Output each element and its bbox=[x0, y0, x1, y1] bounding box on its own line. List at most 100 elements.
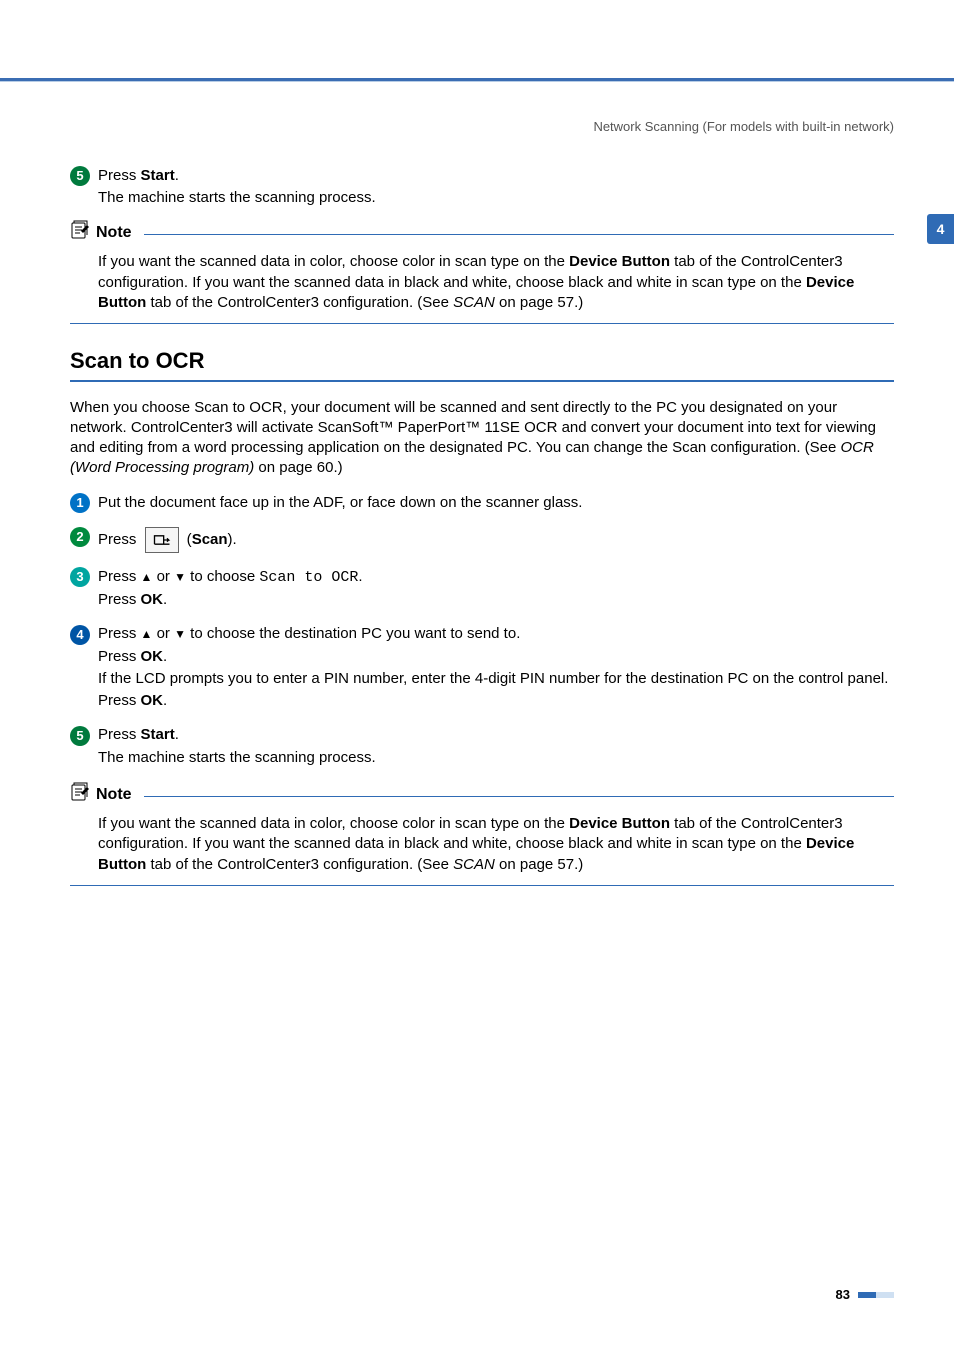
step5-line1: Press Start. bbox=[98, 725, 894, 745]
step1-body: Put the document face up in the ADF, or … bbox=[98, 493, 894, 515]
text: If you want the scanned data in color, c… bbox=[98, 253, 569, 270]
text: Press bbox=[98, 591, 141, 608]
footer-bar-light bbox=[876, 1292, 894, 1298]
text-bold: OK bbox=[141, 692, 164, 709]
page-container: 4 Network Scanning (For models with buil… bbox=[0, 0, 954, 1350]
code-text: Scan to OCR bbox=[259, 569, 358, 586]
breadcrumb: Network Scanning (For models with built-… bbox=[70, 118, 894, 136]
note-label-1: Note bbox=[96, 222, 132, 244]
text: If you want the scanned data in color, c… bbox=[98, 815, 569, 832]
text: . bbox=[175, 167, 179, 184]
scan-key-icon bbox=[145, 527, 179, 553]
top-band bbox=[0, 0, 954, 78]
steps-list: 1 Put the document face up in the ADF, o… bbox=[70, 493, 894, 770]
step-row-1: 1 Put the document face up in the ADF, o… bbox=[70, 493, 894, 515]
note-icon bbox=[70, 782, 90, 808]
step4-body: Press ▲ or ▼ to choose the destination P… bbox=[98, 624, 894, 713]
down-triangle-icon: ▼ bbox=[174, 627, 186, 641]
text-bold: Scan bbox=[192, 531, 228, 548]
bullet-5-icon: 5 bbox=[70, 166, 90, 186]
up-triangle-icon: ▲ bbox=[141, 570, 153, 584]
note-header-1: Note bbox=[70, 220, 894, 246]
step4-line3: If the LCD prompts you to enter a PIN nu… bbox=[98, 669, 894, 689]
note-end-rule-2 bbox=[70, 885, 894, 886]
text-italic: SCAN bbox=[453, 856, 495, 873]
note-rule-2 bbox=[144, 796, 894, 797]
text: to choose bbox=[186, 568, 259, 585]
text: Press bbox=[98, 625, 141, 642]
page-footer: 83 bbox=[836, 1287, 894, 1302]
note-label-2: Note bbox=[96, 784, 132, 806]
text-bold: OK bbox=[141, 591, 164, 608]
text: tab of the ControlCenter3 configuration.… bbox=[146, 856, 453, 873]
step-bullet-4: 4 bbox=[70, 624, 98, 644]
step-row-3: 3 Press ▲ or ▼ to choose Scan to OCR. Pr… bbox=[70, 567, 894, 613]
step-row-top: 5 Press Start. The machine starts the sc… bbox=[70, 166, 894, 211]
step3-line2: Press OK. bbox=[98, 590, 894, 610]
step-body-top: Press Start. The machine starts the scan… bbox=[98, 166, 894, 211]
note-rule-1 bbox=[144, 234, 894, 235]
text-bold: Start bbox=[141, 726, 175, 743]
step2-text: Press (Scan). bbox=[98, 527, 894, 553]
text: Press bbox=[98, 648, 141, 665]
text-bold: Start bbox=[141, 167, 175, 184]
text: Press bbox=[98, 531, 141, 548]
text: on page 60.) bbox=[254, 459, 342, 476]
chapter-tab: 4 bbox=[927, 214, 954, 244]
text: . bbox=[163, 648, 167, 665]
step2-body: Press (Scan). bbox=[98, 527, 894, 555]
step1-text: Put the document face up in the ADF, or … bbox=[98, 493, 894, 513]
bullet-1-icon: 1 bbox=[70, 493, 90, 513]
bullet-4-icon: 4 bbox=[70, 625, 90, 645]
text: to choose the destination PC you want to… bbox=[186, 625, 520, 642]
note-header-2: Note bbox=[70, 782, 894, 808]
note-body-2: If you want the scanned data in color, c… bbox=[70, 808, 894, 885]
text-bold: Device Button bbox=[569, 815, 670, 832]
step-bullet-5: 5 bbox=[70, 725, 98, 745]
step4-line1: Press ▲ or ▼ to choose the destination P… bbox=[98, 624, 894, 644]
top-rule-2 bbox=[0, 81, 954, 82]
text: on page 57.) bbox=[495, 294, 583, 311]
step-bullet-1: 1 bbox=[70, 493, 98, 513]
text: Press bbox=[98, 726, 141, 743]
note-body-1: If you want the scanned data in color, c… bbox=[70, 246, 894, 323]
step3-line1: Press ▲ or ▼ to choose Scan to OCR. bbox=[98, 567, 894, 588]
step5-body: Press Start. The machine starts the scan… bbox=[98, 725, 894, 770]
step-row-2: 2 Press (Scan). bbox=[70, 527, 894, 555]
text: or bbox=[152, 625, 174, 642]
heading-scan-to-ocr: Scan to OCR bbox=[70, 346, 894, 376]
intro-paragraph: When you choose Scan to OCR, your docume… bbox=[70, 398, 894, 479]
bullet-3-icon: 3 bbox=[70, 567, 90, 587]
step-bullet-3: 3 bbox=[70, 567, 98, 587]
text: When you choose Scan to OCR, your docume… bbox=[70, 399, 876, 457]
heading-underline bbox=[70, 380, 894, 382]
text: Press bbox=[98, 167, 141, 184]
step4-line4: Press OK. bbox=[98, 691, 894, 711]
text-bold: OK bbox=[141, 648, 164, 665]
text: . bbox=[358, 568, 362, 585]
content-area: Network Scanning (For models with built-… bbox=[0, 118, 954, 886]
bullet-5-icon: 5 bbox=[70, 726, 90, 746]
text-italic: SCAN bbox=[453, 294, 495, 311]
note-icon bbox=[70, 220, 90, 246]
step3-body: Press ▲ or ▼ to choose Scan to OCR. Pres… bbox=[98, 567, 894, 613]
text: or bbox=[152, 568, 174, 585]
up-triangle-icon: ▲ bbox=[141, 627, 153, 641]
text: . bbox=[163, 692, 167, 709]
step-bullet-2: 2 bbox=[70, 527, 98, 547]
text: . bbox=[175, 726, 179, 743]
bullet-2-icon: 2 bbox=[70, 527, 90, 547]
text: ). bbox=[228, 531, 237, 548]
text: tab of the ControlCenter3 configuration.… bbox=[146, 294, 453, 311]
text: ( bbox=[183, 531, 192, 548]
text-bold: Device Button bbox=[569, 253, 670, 270]
text: Press bbox=[98, 692, 141, 709]
step5-top-line1: Press Start. bbox=[98, 166, 894, 186]
note-end-rule-1 bbox=[70, 323, 894, 324]
step5-top-line2: The machine starts the scanning process. bbox=[98, 188, 894, 208]
step5-line2: The machine starts the scanning process. bbox=[98, 748, 894, 768]
step-row-5: 5 Press Start. The machine starts the sc… bbox=[70, 725, 894, 770]
page-number: 83 bbox=[836, 1287, 850, 1302]
text: Press bbox=[98, 568, 141, 585]
down-triangle-icon: ▼ bbox=[174, 570, 186, 584]
